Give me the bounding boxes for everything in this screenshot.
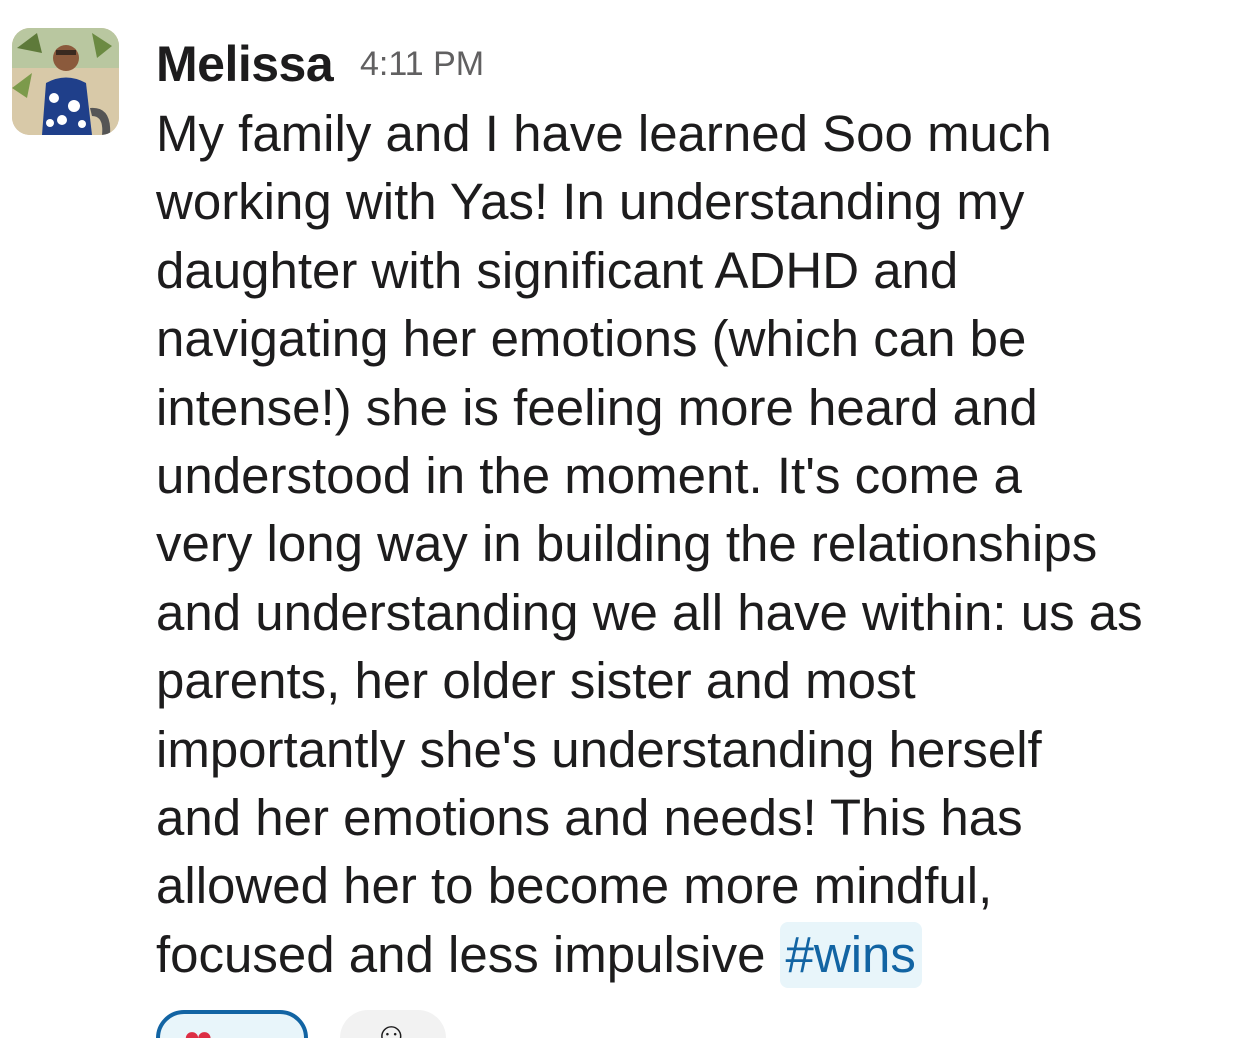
message-line-last: focused and less impulsive #wins [156, 921, 1241, 989]
message-line: intense!) she is feeling more heard and [156, 378, 1038, 436]
add-emoji-icon: ☺ [374, 1016, 409, 1038]
message-body: My family and I have learned Soo much wo… [156, 100, 1241, 989]
add-reaction-button[interactable]: ☺ [340, 1010, 446, 1038]
message-line: My family and I have learned Soo much [156, 105, 1052, 162]
message-line: importantly she's understanding herself [156, 720, 1042, 778]
hashtag-wins-link[interactable]: #wins [779, 921, 922, 988]
message-line: navigating her emotions (which can be [156, 310, 1027, 368]
message-line: working with Yas! In understanding my [156, 173, 1025, 231]
message-line: and her emotions and needs! This has [156, 789, 1023, 847]
message-timestamp[interactable]: 4:11 PM [360, 44, 484, 84]
heart-reaction-icon: ❤ [184, 1026, 213, 1038]
heart-reaction-button[interactable]: ❤ [156, 1010, 308, 1038]
message-line: daughter with significant ADHD and [156, 241, 959, 299]
message-line: very long way in building the relationsh… [156, 515, 1098, 573]
sender-name[interactable]: Melissa [156, 30, 334, 98]
message-line: allowed her to become more mindful, [156, 857, 993, 915]
chat-message: Melissa 4:11 PM My family and I have lea… [0, 0, 1245, 1038]
message-line: parents, her older sister and most [156, 652, 916, 710]
user-photo-avatar-icon [12, 28, 119, 135]
avatar[interactable] [12, 28, 119, 135]
message-line-text: focused and less impulsive [156, 925, 766, 983]
message-line: understood in the moment. It's come a [156, 447, 1022, 505]
message-line: and understanding we all have within: us… [156, 583, 1143, 641]
